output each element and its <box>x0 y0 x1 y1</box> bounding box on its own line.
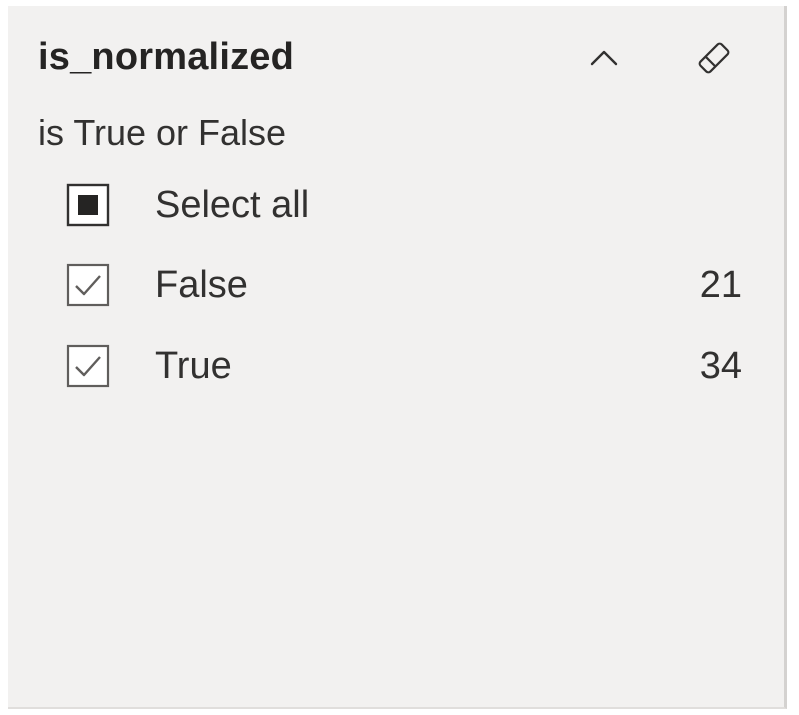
true-checkbox[interactable] <box>66 344 110 388</box>
slicer-item-true[interactable]: True 34 <box>66 339 756 393</box>
eraser-icon <box>698 42 730 74</box>
checkmark-icon <box>66 263 110 307</box>
collapse-button[interactable] <box>588 42 620 74</box>
false-label: False <box>155 263 248 306</box>
chevron-up-icon <box>590 50 618 66</box>
true-count: 34 <box>699 344 742 387</box>
slicer-panel: is_normalized is True or False Select al… <box>8 6 787 709</box>
slicer-title: is_normalized <box>38 36 295 78</box>
slicer-subtitle: is True or False <box>38 112 287 153</box>
indeterminate-checkbox-icon <box>66 183 110 227</box>
clear-selections-button[interactable] <box>694 38 734 78</box>
false-count: 21 <box>699 263 742 306</box>
false-checkbox[interactable] <box>66 263 110 307</box>
select-all-checkbox[interactable] <box>66 183 110 227</box>
select-all-item[interactable]: Select all <box>66 178 756 232</box>
checkmark-icon <box>66 344 110 388</box>
slicer-item-false[interactable]: False 21 <box>66 258 756 312</box>
select-all-label: Select all <box>155 183 310 226</box>
true-label: True <box>155 344 232 387</box>
